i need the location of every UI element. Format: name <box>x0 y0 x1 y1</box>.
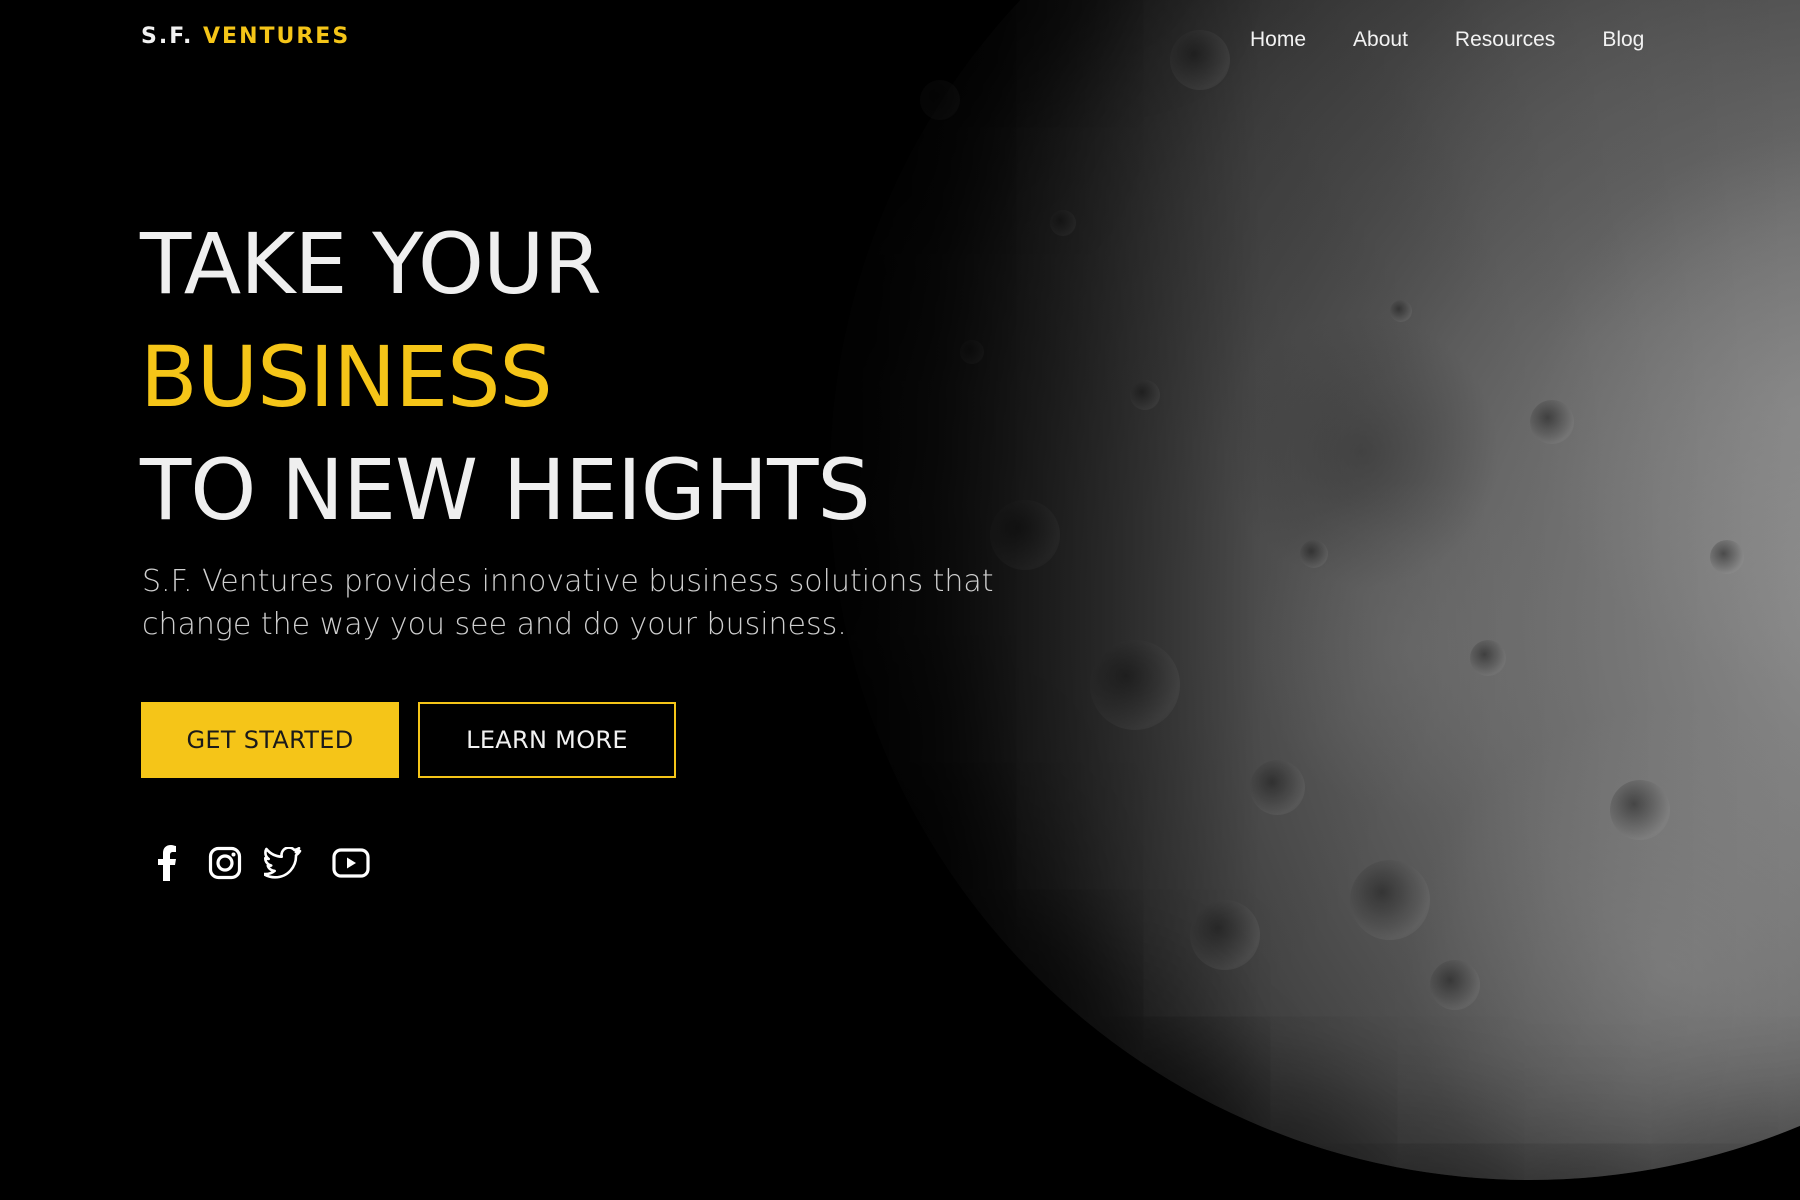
brand-name-part1: S.F. <box>141 24 194 49</box>
nav-item-about[interactable]: About <box>1353 28 1408 52</box>
social-links <box>147 843 389 883</box>
twitter-icon[interactable] <box>263 843 303 883</box>
youtube-icon[interactable] <box>331 843 371 883</box>
hero-line-1: TAKE YOUR <box>140 215 602 313</box>
brand-name-part2: VENTURES <box>203 24 351 49</box>
learn-more-button[interactable]: LEARN MORE <box>418 702 676 778</box>
hero-headline: TAKE YOUR BUSINESS TO NEW HEIGHTS <box>140 208 871 547</box>
landing-page: S.F. VENTURES Home About Resources Blog … <box>0 0 1800 1200</box>
hero-subtitle: S.F. Ventures provides innovative busine… <box>142 564 994 642</box>
facebook-icon[interactable] <box>147 843 187 883</box>
get-started-button[interactable]: GET STARTED <box>141 702 399 778</box>
brand-logo[interactable]: S.F. VENTURES <box>141 24 350 49</box>
instagram-icon[interactable] <box>205 843 245 883</box>
nav-item-home[interactable]: Home <box>1250 28 1306 52</box>
nav-item-resources[interactable]: Resources <box>1455 28 1555 52</box>
hero-line-3: TO NEW HEIGHTS <box>140 441 871 539</box>
nav-item-blog[interactable]: Blog <box>1602 28 1644 52</box>
hero-line-2-highlight: BUSINESS <box>140 328 553 426</box>
main-nav: Home About Resources Blog <box>1250 28 1644 52</box>
